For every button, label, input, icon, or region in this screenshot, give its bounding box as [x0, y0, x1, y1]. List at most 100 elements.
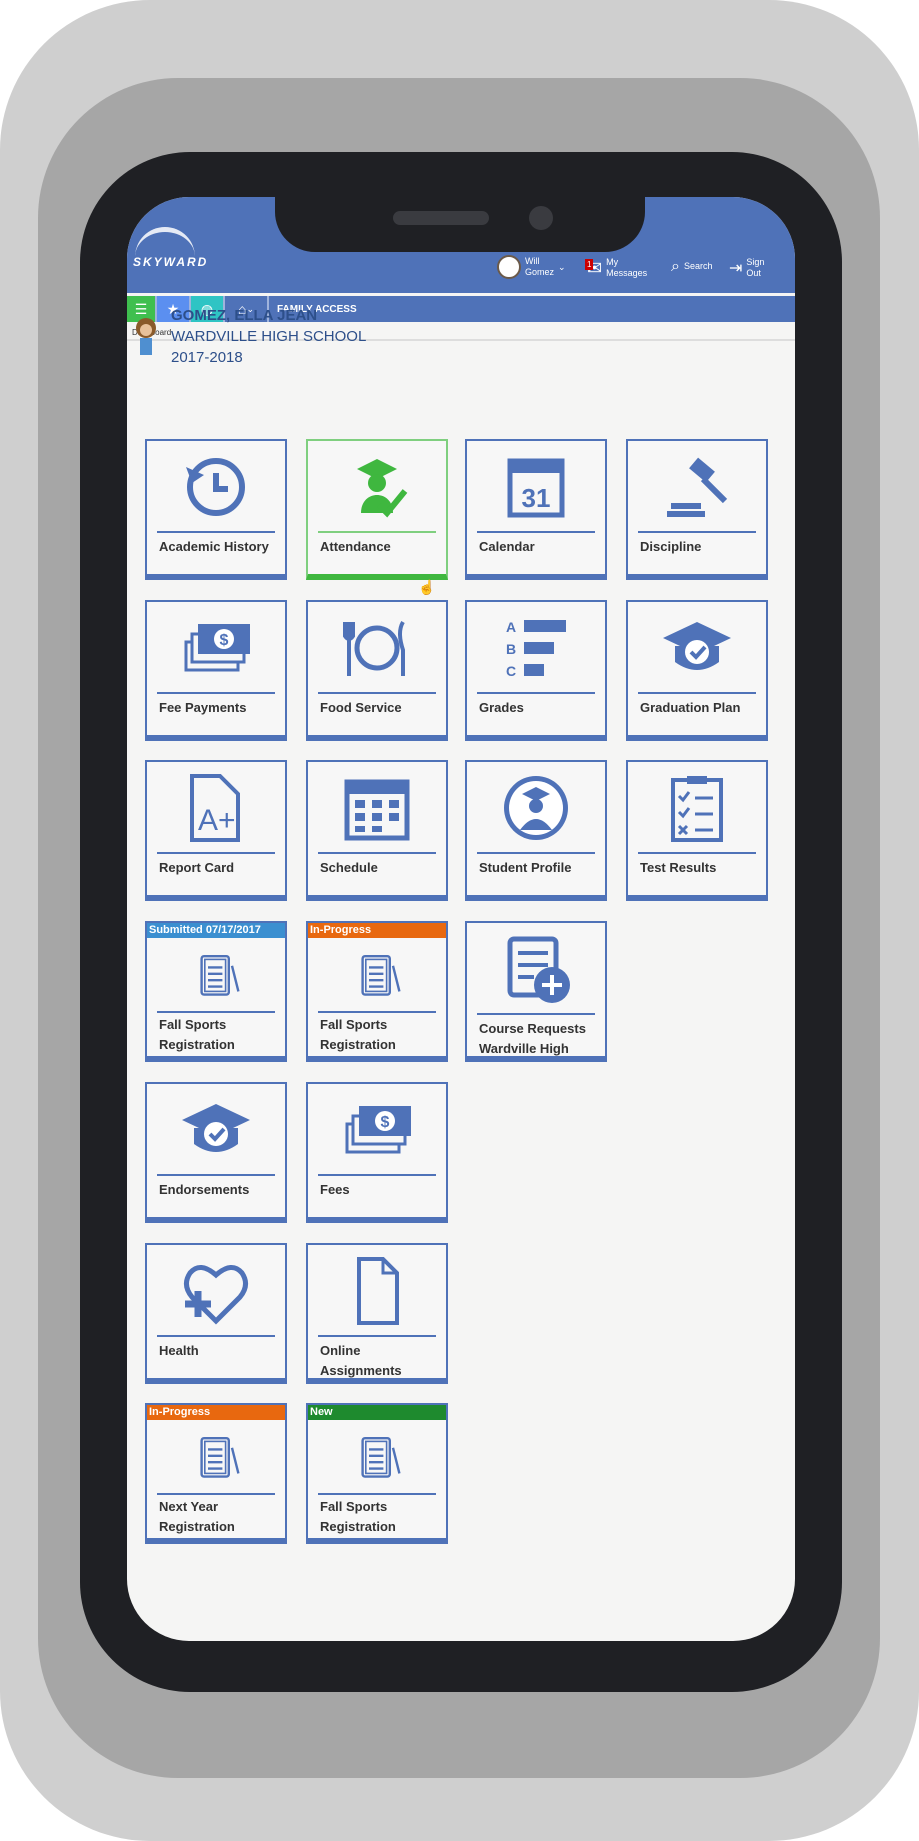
graduate-check-icon — [308, 447, 446, 527]
tile-endorsements[interactable]: Endorsements — [145, 1082, 287, 1223]
user-first-name: Will — [525, 256, 540, 266]
tile-label: Course Requests Wardville High — [479, 1019, 586, 1059]
gavel-icon — [628, 447, 766, 527]
sign-out-icon: ⇥ — [729, 259, 743, 277]
tile-divider — [477, 1013, 595, 1015]
tile-next-year-registration[interactable]: In-Progress Next Year Registration — [145, 1403, 287, 1544]
tile-label-line-2: Registration — [159, 1519, 235, 1534]
tile-label-line-1: Fall Sports — [320, 1017, 388, 1032]
status-badge: New — [308, 1405, 446, 1420]
plate-icon — [308, 608, 446, 688]
tile-fee-payments[interactable]: $ Fee Payments — [145, 600, 287, 741]
chevron-down-icon: ⌄ — [558, 261, 566, 272]
tile-fall-sports-registration[interactable]: New Fall Sports Registration — [306, 1403, 448, 1544]
tile-label: Fee Payments — [159, 700, 247, 715]
signout-label-1: Sign — [746, 257, 765, 267]
report-card-icon: A+ — [147, 768, 285, 848]
course-add-icon — [467, 929, 605, 1009]
skyward-logo-arc — [135, 227, 195, 257]
cap-check-icon — [147, 1090, 285, 1170]
tile-label-line-1: Fall Sports — [320, 1499, 388, 1514]
tile-label: Grades — [479, 700, 524, 715]
svg-text:B: B — [506, 641, 516, 657]
history-icon — [147, 447, 285, 527]
user-last-name: Gomez — [525, 267, 555, 277]
messages-count-badge: 1 — [585, 258, 594, 270]
tile-student-profile[interactable]: Student Profile — [465, 760, 607, 901]
tile-label-line-2: Wardville High — [479, 1041, 569, 1056]
sign-out-button[interactable]: ⇥ Sign Out — [729, 257, 764, 279]
tile-fall-sports-registration[interactable]: Submitted 07/17/2017 Fall Sports Registrat… — [145, 921, 287, 1062]
tile-test-results[interactable]: Test Results — [626, 760, 768, 901]
tile-health[interactable]: Health — [145, 1243, 287, 1384]
svg-text:A+: A+ — [198, 804, 236, 837]
tile-fees[interactable]: $ Fees — [306, 1082, 448, 1223]
tile-fall-sports-registration[interactable]: In-Progress Fall Sports Registration — [306, 921, 448, 1062]
tile-label: Online Assignments — [320, 1341, 402, 1381]
tile-calendar[interactable]: 31 Calendar — [465, 439, 607, 580]
tile-schedule[interactable]: Schedule — [306, 760, 448, 901]
tile-divider — [318, 1335, 436, 1337]
tile-divider — [318, 531, 436, 533]
tile-label: Academic History — [159, 539, 269, 554]
tile-divider — [318, 692, 436, 694]
cap-check-icon — [628, 608, 766, 688]
tile-label-line-1: Course Requests — [479, 1021, 586, 1036]
user-avatar — [497, 255, 521, 279]
search-button[interactable]: ⌕ Search — [671, 259, 713, 275]
svg-text:A: A — [506, 619, 516, 635]
notch — [275, 197, 645, 252]
student-profile-icon — [467, 768, 605, 848]
hamburger-icon: ☰ — [134, 300, 148, 317]
tile-grades[interactable]: A B C Grades — [465, 600, 607, 741]
tile-label: Fall Sports Registration — [159, 1015, 235, 1055]
tile-divider — [318, 1011, 436, 1013]
tile-graduation-plan[interactable]: Graduation Plan — [626, 600, 768, 741]
tile-label: Fall Sports Registration — [320, 1497, 396, 1537]
tile-report-card[interactable]: A+ Report Card — [145, 760, 287, 901]
clipboard-icon — [308, 1419, 446, 1499]
tile-label: Next Year Registration — [159, 1497, 235, 1537]
tile-course-requests-wardville-high[interactable]: Course Requests Wardville High — [465, 921, 607, 1062]
messages-button[interactable]: ✉ 1 My Messages — [585, 257, 647, 279]
status-badge: Submitted 07/17/2017 — [147, 923, 285, 938]
pointer-cursor-icon: ☝ — [418, 579, 436, 595]
tile-label: Test Results — [640, 860, 717, 875]
tile-label-line-2: Registration — [320, 1519, 396, 1534]
search-label: Search — [683, 261, 713, 271]
tile-online-assignments[interactable]: Online Assignments — [306, 1243, 448, 1384]
tile-academic-history[interactable]: Academic History — [145, 439, 287, 580]
envelope-icon: ✉ 1 — [585, 257, 603, 278]
status-badge: In-Progress — [147, 1405, 285, 1420]
tile-label-line-1: Next Year — [159, 1499, 219, 1514]
tile-food-service[interactable]: Food Service — [306, 600, 448, 741]
skyward-logo[interactable]: SKYWARD — [133, 255, 208, 269]
tile-divider — [318, 852, 436, 854]
phone-screen: SKYWARD Will Gomez ⌄ ✉ 1 My Messages ⌕ Search … — [127, 197, 795, 1641]
tile-divider — [157, 1335, 275, 1337]
student-school: WARDVILLE HIGH SCHOOL — [171, 328, 367, 345]
tile-attendance[interactable]: Attendance — [306, 439, 448, 580]
clipboard-icon — [147, 1419, 285, 1499]
tile-label: Food Service — [320, 700, 402, 715]
student-year: 2017-2018 — [171, 349, 243, 366]
tile-divider — [477, 852, 595, 854]
tile-label: Student Profile — [479, 860, 572, 875]
tile-divider — [318, 1493, 436, 1495]
tile-label: Schedule — [320, 860, 378, 875]
user-menu[interactable]: Will Gomez ⌄ — [497, 255, 566, 279]
tile-label: Fees — [320, 1182, 350, 1197]
schedule-icon — [308, 768, 446, 848]
svg-text:$: $ — [381, 1114, 390, 1131]
speaker — [393, 211, 489, 225]
tile-divider — [157, 852, 275, 854]
tile-divider — [157, 692, 275, 694]
money-icon: $ — [308, 1090, 446, 1170]
tile-divider — [638, 531, 756, 533]
tile-divider — [157, 1011, 275, 1013]
tile-discipline[interactable]: Discipline — [626, 439, 768, 580]
tile-divider — [638, 692, 756, 694]
document-icon — [308, 1251, 446, 1331]
status-badge: In-Progress — [308, 923, 446, 938]
grades-bars-icon: ABC — [467, 608, 605, 688]
